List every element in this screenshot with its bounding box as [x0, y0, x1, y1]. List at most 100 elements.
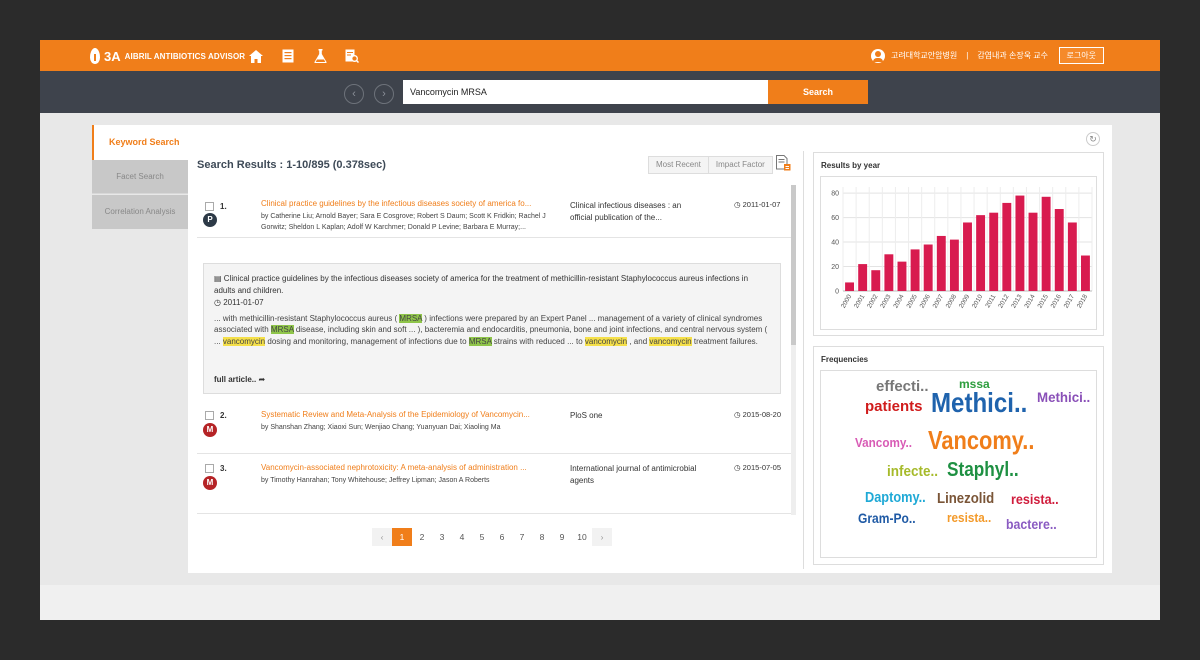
y-tick-label: 20 — [831, 264, 839, 271]
cloud-word[interactable]: resista.. — [947, 511, 991, 524]
y-tick-label: 80 — [831, 191, 839, 198]
frequencies-panel: Frequencies effecti.. mssa patients Meth… — [813, 346, 1104, 565]
result-checkbox[interactable] — [205, 202, 214, 211]
page-button-1[interactable]: 1 — [392, 528, 412, 546]
refresh-button[interactable]: ↻ — [1086, 132, 1100, 146]
result-detail-panel: ▤ Clinical practice guidelines by the in… — [203, 263, 781, 394]
clock-icon: ◷ — [734, 463, 743, 472]
sort-most-recent-button[interactable]: Most Recent — [649, 157, 708, 173]
detail-date: ◷ 2011-01-07 — [214, 297, 770, 309]
home-icon[interactable] — [246, 46, 266, 66]
tab-correlation-analysis[interactable]: Correlation Analysis — [92, 195, 188, 229]
page-button-9[interactable]: 9 — [552, 528, 572, 546]
page-button-2[interactable]: 2 — [412, 528, 432, 546]
clock-icon: ◷ — [734, 200, 743, 209]
result-title-link[interactable]: Systematic Review and Meta-Analysis of t… — [261, 410, 553, 419]
cloud-word[interactable]: resista.. — [1011, 492, 1059, 506]
x-tick-label: 2006 — [919, 293, 932, 309]
medline-badge-icon: M — [203, 423, 217, 437]
cloud-word[interactable]: patients — [865, 399, 923, 414]
detail-title: ▤ Clinical practice guidelines by the in… — [214, 273, 770, 296]
y-tick-label: 40 — [831, 240, 839, 247]
cloud-word[interactable]: Gram-Po.. — [858, 511, 916, 525]
bar-2000 — [845, 282, 855, 291]
search-button[interactable]: Search — [768, 80, 868, 104]
x-tick-label: 2003 — [879, 293, 892, 309]
bar-2011 — [989, 212, 999, 291]
x-tick-label: 2011 — [984, 293, 997, 309]
result-item: 2. M Systematic Review and Meta-Analysis… — [197, 401, 794, 454]
search-input[interactable] — [403, 80, 769, 104]
page-button-7[interactable]: 7 — [512, 528, 532, 546]
sort-impact-factor-button[interactable]: Impact Factor — [707, 157, 772, 173]
logout-button[interactable]: 로그아웃 — [1058, 47, 1104, 64]
flask-icon[interactable] — [310, 46, 330, 66]
result-item: 3. M Vancomycin-associated nephrotoxicit… — [197, 454, 794, 514]
result-number: 1. — [220, 202, 227, 211]
bar-2010 — [976, 215, 986, 291]
year-bar-chart: 0204060802000 2001 2002 2003 2004 2005 2006 200… — [831, 187, 1093, 310]
results-by-year-panel: Results by year 0 20 40 60 80 2000 2001 2002 200… — [813, 152, 1104, 336]
top-nav-bar: 3A AIBRIL ANTIBIOTICS ADVISOR 고려대학교안암병원 … — [40, 40, 1160, 71]
x-tick-label: 2008 — [945, 293, 958, 309]
cloud-word[interactable]: Vancomy.. — [855, 436, 912, 449]
header-separator: | — [966, 51, 969, 60]
page-footer — [40, 585, 1160, 620]
cloud-word[interactable]: bactere.. — [1006, 517, 1057, 531]
result-title-link[interactable]: Clinical practice guidelines by the infe… — [261, 199, 553, 208]
page-button-8[interactable]: 8 — [532, 528, 552, 546]
snippet-text: , and — [627, 336, 650, 346]
prev-page-button[interactable]: ‹ — [372, 528, 392, 546]
cloud-word[interactable]: infecte.. — [887, 464, 938, 479]
result-authors: by Catherine Liu; Arnold Bayer; Sara E C… — [261, 213, 546, 231]
result-number: 3. — [220, 464, 227, 473]
cloud-word[interactable]: effecti.. — [876, 379, 929, 394]
user-info: 고려대학교안암병원 | 감염내과 손장욱 교수 — [870, 47, 1048, 64]
result-title-link[interactable]: Vancomycin-associated nephrotoxicity: A … — [261, 463, 553, 472]
share-arrow-icon: ➦ — [258, 374, 266, 384]
search-document-icon[interactable] — [342, 46, 362, 66]
page-button-10[interactable]: 10 — [572, 528, 592, 546]
export-document-icon[interactable] — [776, 155, 791, 173]
x-tick-label: 2001 — [853, 293, 866, 309]
cloud-word[interactable]: Methici.. — [931, 389, 1027, 417]
refresh-icon: ↻ — [1089, 133, 1097, 144]
app-logo[interactable]: 3A AIBRIL ANTIBIOTICS ADVISOR — [90, 46, 245, 66]
next-page-button[interactable]: › — [592, 528, 612, 546]
cloud-word[interactable]: Vancomy.. — [928, 427, 1034, 453]
bar-2001 — [858, 264, 868, 291]
page-button-5[interactable]: 5 — [472, 528, 492, 546]
bar-2018 — [1080, 255, 1090, 291]
highlight-term-vancomycin: vancomycin — [222, 336, 266, 346]
x-tick-label: 2015 — [1037, 293, 1050, 309]
logo-drop-icon — [90, 48, 100, 64]
cloud-word[interactable]: Methici.. — [1037, 390, 1090, 404]
cloud-word[interactable]: Linezolid — [937, 491, 994, 506]
results-scrollbar-thumb[interactable] — [791, 185, 796, 345]
tab-keyword-search[interactable]: Keyword Search — [92, 125, 188, 160]
cloud-word[interactable]: Daptomy.. — [865, 490, 926, 505]
top-nav-icons — [246, 46, 362, 66]
frequencies-title: Frequencies — [821, 355, 869, 364]
pubmed-badge-icon: P — [203, 213, 217, 227]
page-button-3[interactable]: 3 — [432, 528, 452, 546]
result-checkbox[interactable] — [205, 464, 214, 473]
x-tick-label: 2005 — [906, 293, 919, 309]
clock-icon: ◷ — [214, 298, 224, 307]
x-tick-label: 2000 — [840, 293, 853, 309]
result-checkbox[interactable] — [205, 411, 214, 420]
tab-facet-search[interactable]: Facet Search — [92, 160, 188, 194]
page-button-6[interactable]: 6 — [492, 528, 512, 546]
bar-2015 — [1041, 196, 1051, 291]
full-article-link[interactable]: full article.. ➦ — [214, 374, 265, 386]
bar-2007 — [936, 235, 946, 291]
x-tick-label: 2002 — [866, 293, 879, 309]
x-tick-label: 2007 — [932, 293, 945, 309]
bar-2012 — [1002, 202, 1012, 291]
cloud-word[interactable]: Staphyl.. — [947, 460, 1019, 480]
back-button[interactable]: ‹ — [344, 84, 364, 104]
document-icon[interactable] — [278, 46, 298, 66]
result-journal: PloS one — [570, 411, 603, 420]
forward-button[interactable]: › — [374, 84, 394, 104]
page-button-4[interactable]: 4 — [452, 528, 472, 546]
